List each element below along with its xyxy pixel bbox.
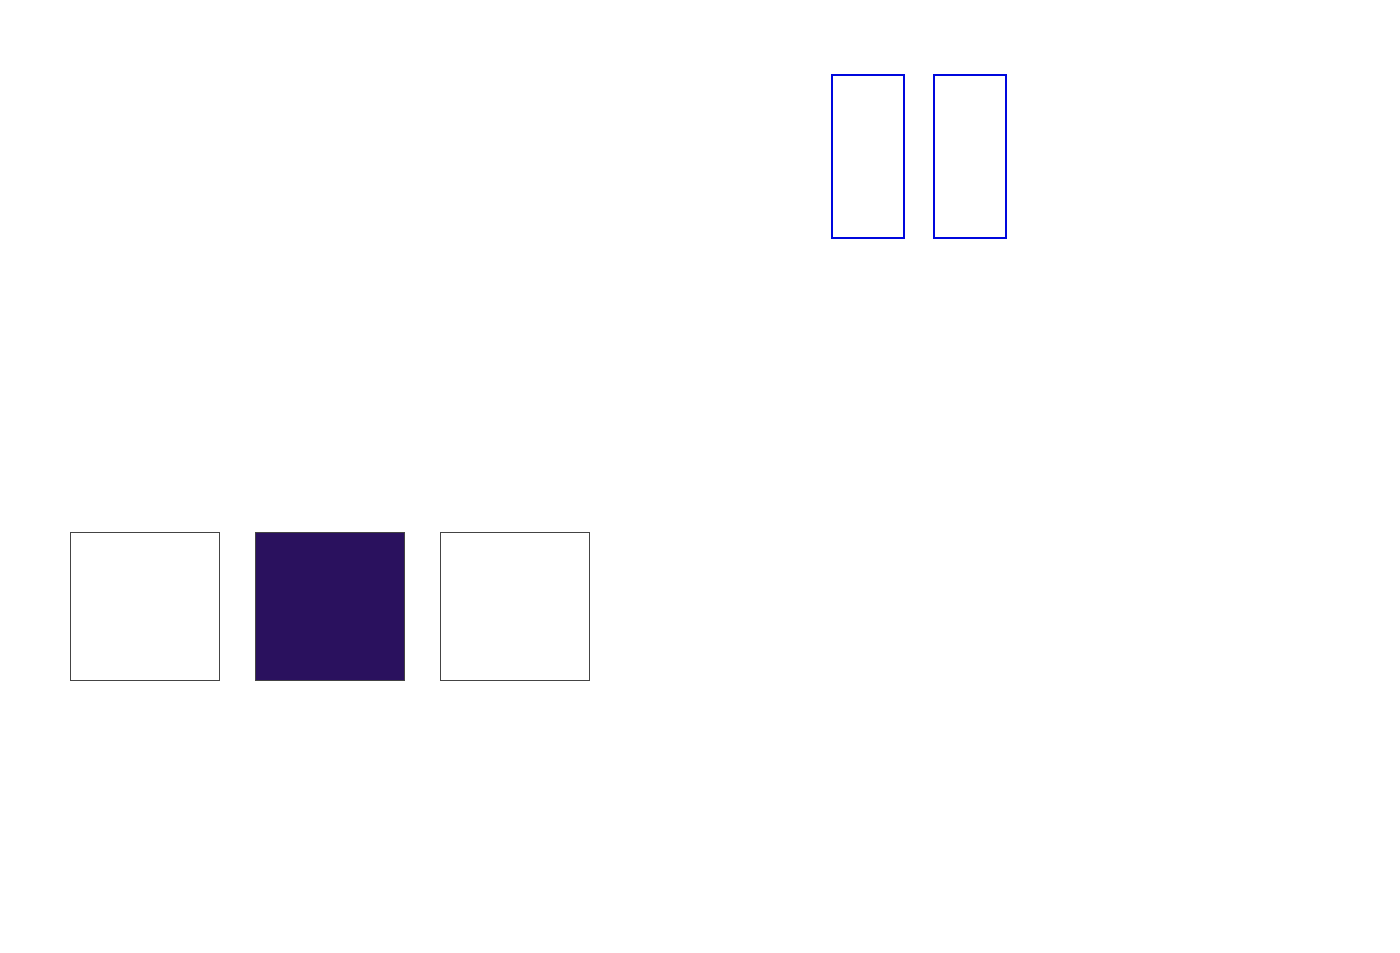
lineflux-map-panel <box>255 532 405 681</box>
elixer-report <box>0 0 1400 953</box>
clean-image-image <box>933 74 1007 239</box>
with-sky-image <box>831 74 905 239</box>
full-spectrum-plot <box>60 330 1340 462</box>
hsc-cutout-panel <box>440 532 590 681</box>
fiber-positions-panel <box>70 532 220 681</box>
header-datetime-version <box>1321 5 1336 20</box>
line-fit-plot <box>1020 48 1342 228</box>
